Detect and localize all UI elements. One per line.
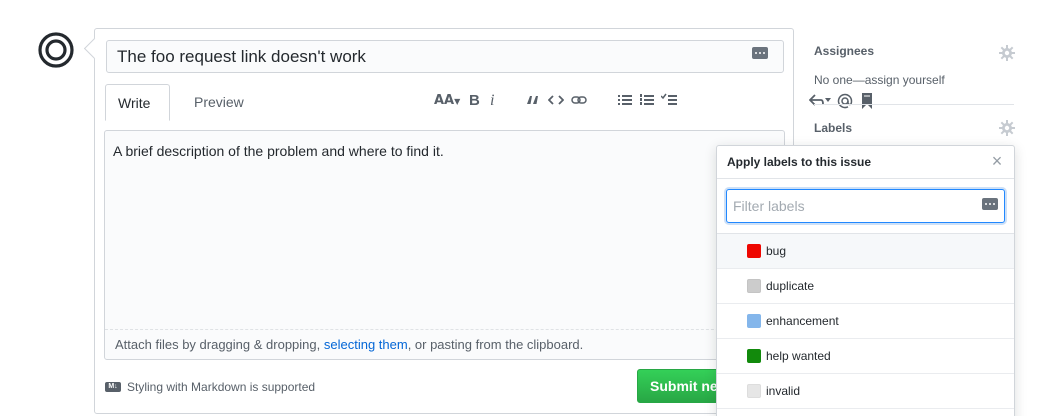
task-list-icon[interactable]: [661, 93, 677, 107]
code-icon[interactable]: [548, 93, 564, 107]
markdown-icon: M↓: [105, 382, 121, 392]
bold-button[interactable]: B: [469, 91, 480, 111]
markdown-note-text[interactable]: Styling with Markdown is supported: [127, 380, 315, 394]
assignees-value[interactable]: No one—assign yourself: [814, 73, 945, 87]
labels-gear-icon[interactable]: [999, 120, 1015, 136]
issue-body-textarea[interactable]: A brief description of the problem and w…: [104, 130, 785, 360]
label-menu-title: Apply labels to this issue: [717, 146, 1014, 179]
issue-title-input[interactable]: [106, 40, 784, 73]
header-button[interactable]: AA▼: [434, 91, 460, 112]
label-color-swatch: [747, 349, 761, 363]
quote-icon[interactable]: [526, 93, 540, 107]
label-item[interactable]: bug: [717, 234, 1014, 269]
label-color-swatch: [747, 384, 761, 398]
label-select-menu: Apply labels to this issue × bug duplicat…: [716, 145, 1015, 416]
header-label: AA: [434, 93, 455, 108]
mention-icon[interactable]: [837, 93, 853, 109]
attach-files-bar: Attach files by dragging & dropping, sel…: [105, 329, 784, 359]
issue-opened-icon: [38, 32, 74, 68]
close-icon[interactable]: ×: [990, 152, 1004, 170]
attach-prefix: Attach files by dragging & dropping,: [115, 337, 324, 352]
header-caret-icon: ▼: [454, 97, 461, 106]
label-name: help wanted: [766, 349, 831, 363]
label-item[interactable]: duplicate: [717, 269, 1014, 304]
assignees-gear-icon[interactable]: [999, 45, 1015, 61]
tab-write[interactable]: Write: [105, 84, 170, 121]
issue-body-text[interactable]: A brief description of the problem and w…: [113, 143, 444, 159]
title-more-icon[interactable]: [752, 47, 768, 59]
label-color-swatch: [747, 314, 761, 328]
markdown-help[interactable]: M↓ Styling with Markdown is supported: [105, 380, 315, 394]
label-name: bug: [766, 244, 787, 258]
assignees-heading: Assignees: [814, 44, 875, 58]
filter-more-icon[interactable]: [982, 198, 998, 210]
label-color-swatch: [747, 244, 761, 258]
label-item[interactable]: help wanted: [717, 339, 1014, 374]
label-name: duplicate: [766, 279, 815, 293]
labels-heading: Labels: [814, 121, 853, 135]
tab-preview[interactable]: Preview: [182, 84, 256, 121]
new-issue-form: Write Preview AA▼ B i: [94, 28, 872, 414]
label-color-swatch: [747, 279, 761, 293]
ordered-list-icon[interactable]: [640, 93, 654, 107]
attach-suffix: , or pasting from the clipboard.: [407, 337, 584, 352]
italic-button[interactable]: i: [490, 91, 494, 111]
unordered-list-icon[interactable]: [618, 93, 632, 107]
selecting-them-link[interactable]: selecting them: [324, 337, 408, 352]
bookmark-icon[interactable]: [861, 93, 873, 109]
sidebar-divider: [814, 104, 1014, 105]
label-name: enhancement: [766, 314, 839, 328]
link-icon[interactable]: [571, 94, 587, 106]
label-item[interactable]: invalid: [717, 374, 1014, 409]
filter-labels-input[interactable]: [726, 189, 1005, 223]
label-item[interactable]: enhancement: [717, 304, 1014, 339]
label-name: invalid: [766, 384, 801, 398]
label-filter-container: [717, 179, 1014, 234]
